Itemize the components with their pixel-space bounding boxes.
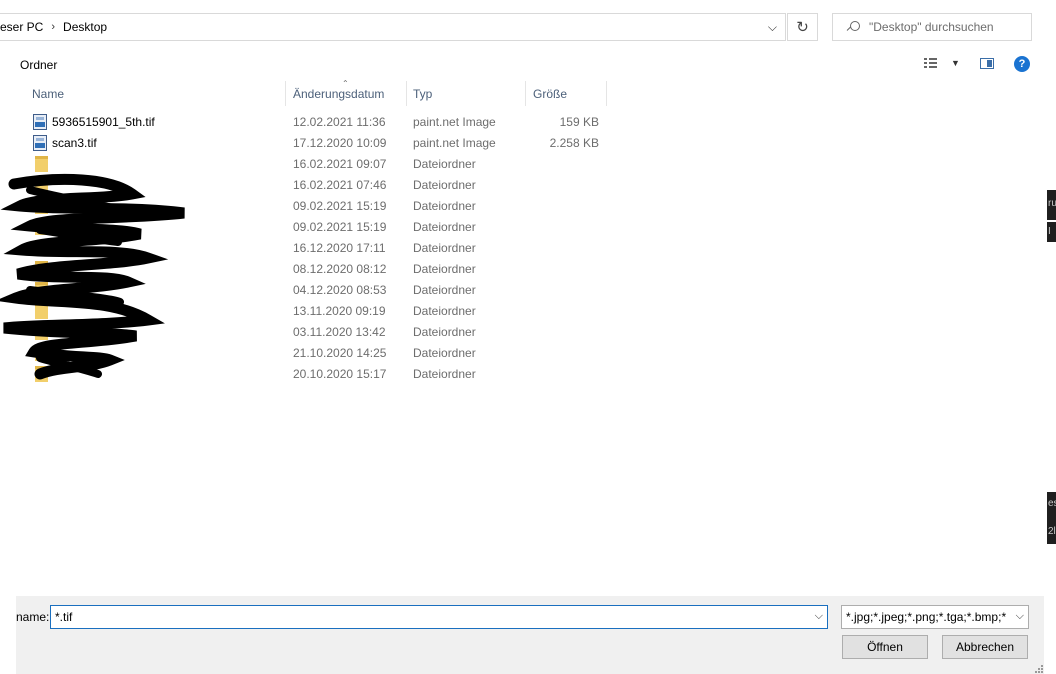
- file-row[interactable]: scan3.tif 17.12.2020 10:09 paint.net Image…: [16, 133, 1032, 154]
- chevron-down-icon[interactable]: ⌵: [768, 20, 777, 35]
- file-name: scan3.tif: [52, 136, 97, 150]
- file-type: Dateiordner: [413, 199, 476, 213]
- file-date: 16.12.2020 17:11: [293, 241, 386, 255]
- file-date: 09.02.2021 15:19: [293, 220, 387, 234]
- refresh-button[interactable]: ↻: [787, 13, 818, 41]
- file-type: Dateiordner: [413, 220, 476, 234]
- background-panel: I: [1047, 222, 1056, 242]
- file-type: Dateiordner: [413, 262, 476, 276]
- search-placeholder: "Desktop" durchsuchen: [869, 20, 994, 34]
- background-panel: ru: [1047, 190, 1056, 220]
- file-type: paint.net Image: [413, 136, 496, 150]
- search-icon: [847, 21, 860, 33]
- background-panel: 2l: [1047, 522, 1056, 544]
- column-header-label: Typ: [413, 86, 433, 101]
- column-header-size[interactable]: Größe: [526, 81, 607, 106]
- file-row[interactable]: 5936515901_5th.tif 12.02.2021 11:36 paint.…: [16, 112, 1032, 133]
- background-window-edge: ru I es 2l: [1044, 0, 1056, 674]
- open-button[interactable]: Öffnen: [842, 635, 928, 659]
- edge-text: 2l: [1048, 526, 1056, 537]
- edge-text: es: [1048, 498, 1056, 509]
- image-file-icon: [33, 135, 47, 151]
- file-type: Dateiordner: [413, 325, 476, 339]
- caret-down-icon: ▼: [951, 58, 960, 68]
- column-header-label: Größe: [533, 86, 568, 101]
- file-date: 13.11.2020 09:19: [293, 304, 386, 318]
- file-date: 16.02.2021 09:07: [293, 157, 387, 171]
- cancel-button-label: Abbrechen: [955, 640, 1015, 654]
- file-date: 12.02.2021 11:36: [293, 115, 386, 129]
- cancel-button[interactable]: Abbrechen: [942, 635, 1028, 659]
- refresh-icon: ↻: [796, 19, 809, 36]
- resize-grip-icon[interactable]: [1034, 664, 1044, 674]
- file-type: paint.net Image: [413, 115, 496, 129]
- chevron-down-icon: ⌵: [1013, 610, 1024, 623]
- toolbar: Ordner ▼ ?: [16, 50, 1032, 80]
- file-date: 17.12.2020 10:09: [293, 136, 387, 150]
- file-name: 5936515901_5th.tif: [52, 115, 155, 129]
- file-type: Dateiordner: [413, 367, 476, 381]
- chevron-down-icon[interactable]: ⌵: [815, 610, 823, 623]
- file-date: 04.12.2020 08:53: [293, 283, 387, 297]
- file-type: Dateiordner: [413, 241, 476, 255]
- redaction-scribble: [0, 173, 185, 380]
- search-box[interactable]: "Desktop" durchsuchen: [832, 13, 1032, 41]
- file-open-dialog: eser PC › Desktop ⌵ ↻ "Desktop" durchsuc…: [0, 0, 1044, 674]
- view-list-icon: [924, 58, 939, 68]
- column-header-label: Name: [32, 86, 65, 101]
- filename-input[interactable]: *.tif ⌵: [50, 605, 828, 629]
- file-date: 08.12.2020 08:12: [293, 262, 387, 276]
- file-type: Dateiordner: [413, 178, 476, 192]
- open-button-label: Öffnen: [867, 640, 903, 654]
- filename-value: *.tif: [55, 610, 73, 624]
- column-header-label: Änderungsdatum: [293, 86, 385, 101]
- file-date: 20.10.2020 15:17: [293, 367, 387, 381]
- file-size: 2.258 KB: [549, 136, 599, 150]
- new-folder-button[interactable]: Ordner: [20, 58, 57, 72]
- file-size: 159 KB: [559, 115, 599, 129]
- help-icon[interactable]: ?: [1014, 56, 1030, 72]
- edge-text: I: [1048, 226, 1051, 237]
- background-panel: es: [1047, 492, 1056, 522]
- dialog-footer: name: *.tif ⌵ *.jpg;*.jpeg;*.png;*.tga;*…: [16, 596, 1044, 674]
- address-bar[interactable]: eser PC › Desktop ⌵: [0, 13, 786, 41]
- file-date: 21.10.2020 14:25: [293, 346, 387, 360]
- chevron-right-icon: ›: [51, 21, 56, 33]
- file-type: Dateiordner: [413, 283, 476, 297]
- column-header-type[interactable]: Typ: [407, 81, 526, 106]
- file-type-select[interactable]: *.jpg;*.jpeg;*.png;*.tga;*.bmp;* ⌵: [841, 605, 1029, 629]
- filename-label: name:: [16, 610, 50, 624]
- view-options-button[interactable]: ▼: [924, 58, 960, 68]
- file-date: 16.02.2021 07:46: [293, 178, 387, 192]
- file-date: 03.11.2020 13:42: [293, 325, 386, 339]
- column-header-date[interactable]: Änderungsdatum: [287, 81, 407, 106]
- file-type: Dateiordner: [413, 346, 476, 360]
- file-date: 09.02.2021 15:19: [293, 199, 387, 213]
- breadcrumb-this-pc[interactable]: eser PC: [0, 20, 43, 34]
- preview-pane-icon[interactable]: [980, 58, 994, 69]
- breadcrumb: eser PC › Desktop: [0, 14, 115, 40]
- file-type-value: *.jpg;*.jpeg;*.png;*.tga;*.bmp;*: [846, 610, 1007, 624]
- image-file-icon: [33, 114, 47, 130]
- file-type: Dateiordner: [413, 157, 476, 171]
- column-header-name[interactable]: Name: [16, 81, 286, 106]
- file-type: Dateiordner: [413, 304, 476, 318]
- edge-text: ru: [1048, 198, 1056, 209]
- breadcrumb-desktop[interactable]: Desktop: [63, 20, 107, 34]
